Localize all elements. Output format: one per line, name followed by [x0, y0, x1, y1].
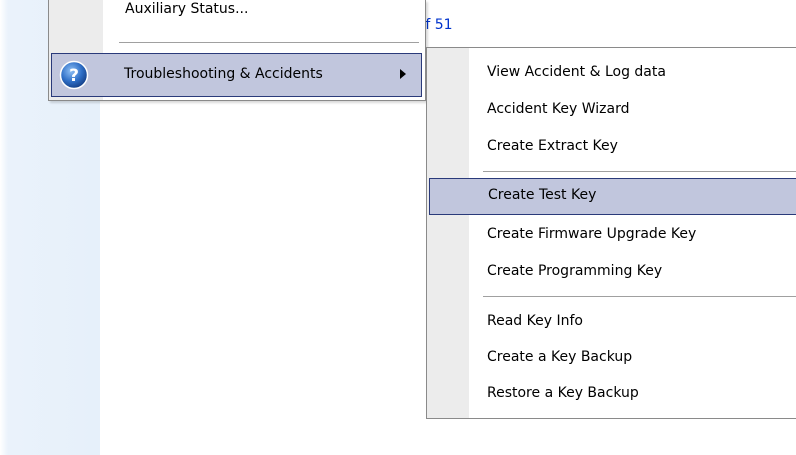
menu-item-label: Create a Key Backup — [487, 349, 633, 365]
menu-item-create-test-key[interactable]: Create Test Key — [429, 178, 796, 215]
menu-item-label: Create Extract Key — [487, 138, 618, 154]
menu-item-label: Create Firmware Upgrade Key — [487, 226, 697, 242]
menu-item-label: Auxiliary Status... — [125, 1, 249, 17]
menu-item-accident-key-wizard[interactable]: Accident Key Wizard — [429, 93, 796, 130]
svg-text:?: ? — [69, 66, 79, 86]
menu-item-view-accident-log-data[interactable]: View Accident & Log data — [429, 56, 796, 93]
menu-item-read-key-info[interactable]: Read Key Info — [429, 305, 796, 342]
help-icon: ? — [59, 60, 89, 90]
menu-item-create-programming-key[interactable]: Create Programming Key — [429, 255, 796, 292]
menu-item-label: Read Key Info — [487, 313, 583, 329]
submenu: View Accident & Log data Accident Key Wi… — [426, 47, 796, 419]
menu-item-label: Create Test Key — [488, 187, 597, 203]
menu-item-create-key-backup[interactable]: Create a Key Backup — [429, 341, 796, 378]
menu-item-create-extract-key[interactable]: Create Extract Key — [429, 130, 796, 167]
submenu-arrow-icon — [400, 69, 406, 79]
menu-item-label: Restore a Key Backup — [487, 385, 639, 401]
menu-separator — [483, 296, 796, 298]
menu-item-auxiliary-status[interactable]: Auxiliary Status... — [49, 0, 425, 24]
menu-item-restore-key-backup[interactable]: Restore a Key Backup — [429, 377, 796, 414]
menu-item-troubleshooting[interactable]: ? Troubleshooting & Accidents — [51, 53, 422, 97]
menu-separator — [119, 42, 419, 44]
menu-item-label: Accident Key Wizard — [487, 101, 630, 117]
menu-item-label: View Accident & Log data — [487, 64, 666, 80]
menu-item-label: Troubleshooting & Accidents — [124, 66, 323, 82]
menu-separator — [483, 171, 796, 173]
context-menu: Auxiliary Status... ? Troubleshooting & … — [48, 0, 426, 101]
menu-item-create-firmware-upgrade-key[interactable]: Create Firmware Upgrade Key — [429, 218, 796, 255]
menu-item-label: Create Programming Key — [487, 263, 663, 279]
